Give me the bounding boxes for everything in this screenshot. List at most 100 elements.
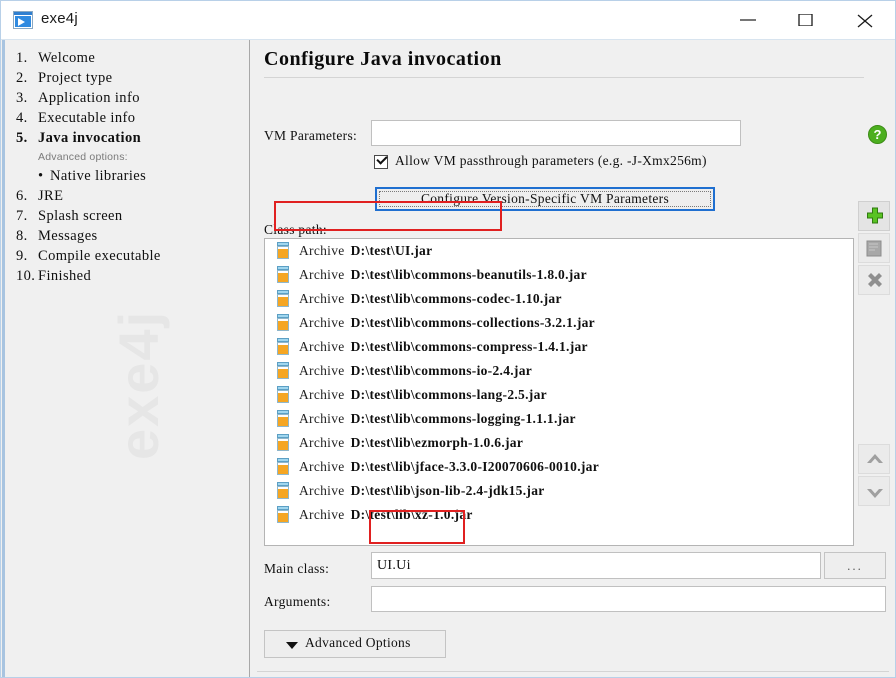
jar-archive-icon — [276, 290, 290, 307]
class-path-list[interactable]: Archive D:\test\UI.jar Archive D:\test\lib… — [264, 238, 854, 546]
sidebar-item-java-invocation[interactable]: 5. Java invocation — [16, 128, 246, 148]
jar-archive-icon — [276, 434, 290, 451]
sidebar-item-messages[interactable]: 8. Messages — [16, 226, 246, 246]
class-path-reorder-toolbar — [858, 444, 890, 508]
maximize-button[interactable] — [782, 1, 828, 39]
jar-archive-icon — [276, 386, 290, 403]
step-number: 8. — [16, 228, 28, 244]
list-item[interactable]: Archive D:\test\lib\commons-collections-3… — [265, 311, 853, 335]
step-label: Messages — [38, 228, 98, 244]
step-label: Project type — [38, 70, 113, 86]
step-label: Splash screen — [38, 208, 123, 224]
edit-entry-button[interactable] — [858, 233, 890, 263]
browse-main-class-button[interactable]: ... — [824, 552, 886, 579]
entry-path: D:\test\lib\commons-logging-1.1.1.jar — [350, 411, 576, 426]
close-button[interactable] — [842, 1, 888, 39]
list-item[interactable]: Archive D:\test\lib\commons-codec-1.10.ja… — [265, 287, 853, 311]
jar-archive-icon — [276, 314, 290, 331]
sidebar-item-project-type[interactable]: 2. Project type — [16, 68, 246, 88]
add-entry-button[interactable] — [858, 201, 890, 231]
jar-archive-icon — [276, 362, 290, 379]
entry-path: D:\test\lib\commons-lang-2.5.jar — [350, 387, 547, 402]
advanced-options-heading: Advanced options: — [38, 151, 128, 163]
step-label: JRE — [38, 188, 64, 204]
configure-version-specific-vm-parameters-button[interactable]: Configure Version-Specific VM Parameters — [375, 187, 715, 211]
bullet-icon: • — [38, 168, 44, 184]
entry-path: D:\test\lib\commons-beanutils-1.8.0.jar — [350, 267, 587, 282]
entry-kind: Archive — [299, 363, 345, 378]
step-number: 10. — [16, 268, 36, 284]
entry-kind: Archive — [299, 243, 345, 258]
jar-archive-icon — [276, 506, 290, 523]
sidebar-item-jre[interactable]: 6. JRE — [16, 186, 246, 206]
entry-kind: Archive — [299, 459, 345, 474]
vm-parameters-input[interactable] — [371, 120, 741, 146]
chevron-down-icon — [286, 642, 298, 649]
entry-path: D:\test\lib\commons-codec-1.10.jar — [350, 291, 562, 306]
class-path-label: Class path: — [264, 222, 327, 237]
minimize-button[interactable] — [725, 1, 771, 39]
exe4j-window-icon — [13, 11, 33, 29]
step-number: 6. — [16, 188, 28, 204]
entry-kind: Archive — [299, 483, 345, 498]
list-item[interactable]: Archive D:\test\lib\ezmorph-1.0.6.jar — [265, 431, 853, 455]
main-panel: Configure Java invocation VM Parameters:… — [251, 40, 895, 677]
step-label: Finished — [38, 268, 92, 284]
jar-archive-icon — [276, 338, 290, 355]
entry-path: D:\test\lib\commons-io-2.4.jar — [350, 363, 533, 378]
title-divider — [264, 77, 864, 78]
sidebar-item-compile-executable[interactable]: 9. Compile executable — [16, 246, 246, 266]
entry-kind: Archive — [299, 291, 345, 306]
list-item[interactable]: Archive D:\test\lib\json-lib-2.4-jdk15.ja… — [265, 479, 853, 503]
sidebar-item-application-info[interactable]: 3. Application info — [16, 88, 246, 108]
sidebar-item-executable-info[interactable]: 4. Executable info — [16, 108, 246, 128]
vm-parameters-label: VM Parameters: — [264, 128, 358, 143]
step-number: 9. — [16, 248, 28, 264]
sidebar-item-native-libraries[interactable]: • Native libraries — [38, 166, 246, 186]
list-item[interactable]: Archive D:\test\lib\commons-lang-2.5.jar — [265, 383, 853, 407]
jar-archive-icon — [276, 458, 290, 475]
advanced-options-button[interactable]: Advanced Options — [264, 630, 446, 658]
entry-path: D:\test\UI.jar — [350, 243, 433, 258]
title-bar: exe4j — [1, 1, 895, 40]
help-icon[interactable] — [868, 125, 887, 144]
step-label: Application info — [38, 90, 140, 106]
button-label: Configure Version-Specific VM Parameters — [420, 191, 670, 206]
entry-path: D:\test\lib\jface-3.3.0-I20070606-0010.j… — [350, 459, 600, 474]
list-item[interactable]: Archive D:\test\lib\commons-compress-1.4.… — [265, 335, 853, 359]
list-item[interactable]: Archive D:\test\lib\jface-3.3.0-I20070606… — [265, 455, 853, 479]
arguments-input[interactable] — [371, 586, 886, 612]
move-up-button[interactable] — [858, 444, 890, 474]
main-class-label: Main class: — [264, 561, 330, 576]
list-item[interactable]: Archive D:\test\lib\xz-1.0.jar — [265, 503, 853, 527]
sidebar-accent-bar — [2, 40, 5, 677]
jar-archive-icon — [276, 242, 290, 259]
step-number: 7. — [16, 208, 28, 224]
sidebar-item-splash-screen[interactable]: 7. Splash screen — [16, 206, 246, 226]
page-title: Configure Java invocation — [264, 48, 502, 70]
sidebar-item-finished[interactable]: 10. Finished — [16, 266, 246, 286]
window-title: exe4j — [41, 10, 78, 27]
allow-passthrough-checkbox[interactable] — [374, 153, 388, 169]
remove-entry-button[interactable] — [858, 265, 890, 295]
wizard-step-sidebar: 1. Welcome 2. Project type 3. Application i… — [2, 40, 250, 677]
entry-kind: Archive — [299, 435, 345, 450]
step-label: Welcome — [38, 50, 96, 66]
entry-path: D:\test\lib\ezmorph-1.0.6.jar — [350, 435, 524, 450]
allow-passthrough-label: Allow VM passthrough parameters (e.g. -J… — [395, 153, 707, 168]
jar-archive-icon — [276, 482, 290, 499]
step-label: Native libraries — [50, 168, 147, 184]
class-path-toolbar — [858, 201, 890, 297]
list-item[interactable]: Archive D:\test\lib\commons-io-2.4.jar — [265, 359, 853, 383]
list-item[interactable]: Archive D:\test\lib\commons-beanutils-1.8… — [265, 263, 853, 287]
move-down-button[interactable] — [858, 476, 890, 506]
step-number: 4. — [16, 110, 28, 126]
step-label: Executable info — [38, 110, 136, 126]
main-class-input[interactable] — [371, 552, 821, 579]
arguments-label: Arguments: — [264, 594, 331, 609]
entry-path: D:\test\lib\xz-1.0.jar — [350, 507, 473, 522]
list-item[interactable]: Archive D:\test\lib\commons-logging-1.1.1… — [265, 407, 853, 431]
sidebar-item-welcome[interactable]: 1. Welcome — [16, 48, 246, 68]
list-item[interactable]: Archive D:\test\UI.jar — [265, 239, 853, 263]
entry-kind: Archive — [299, 339, 345, 354]
